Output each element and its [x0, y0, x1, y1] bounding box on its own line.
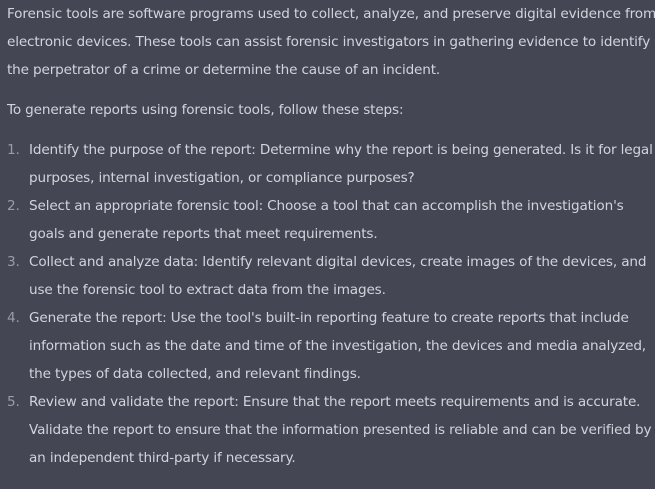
list-item-number: 4.: [7, 310, 20, 326]
list-item-number: 1.: [7, 142, 20, 158]
list-item-number: 2.: [7, 198, 20, 214]
assistant-message: Forensic tools are software programs use…: [0, 0, 655, 489]
list-item-text: Review and validate the report: Ensure t…: [29, 394, 652, 466]
list-item-text: Select an appropriate forensic tool: Cho…: [29, 198, 624, 242]
list-item-text: Generate the report: Use the tool's buil…: [29, 310, 646, 382]
lead-paragraph: To generate reports using forensic tools…: [7, 102, 404, 118]
intro-paragraph: Forensic tools are software programs use…: [7, 6, 655, 78]
list-item: 1. Identify the purpose of the report: D…: [7, 136, 655, 192]
list-item: 4. Generate the report: Use the tool's b…: [7, 304, 655, 388]
list-item-text: Identify the purpose of the report: Dete…: [29, 142, 653, 186]
list-item-number: 3.: [7, 254, 20, 270]
list-item: 5. Review and validate the report: Ensur…: [7, 388, 655, 472]
steps-list: 1. Identify the purpose of the report: D…: [7, 136, 655, 472]
list-item-number: 5.: [7, 394, 20, 410]
list-item-text: Collect and analyze data: Identify relev…: [29, 254, 647, 298]
list-item: 2. Select an appropriate forensic tool: …: [7, 192, 655, 248]
list-item: 3. Collect and analyze data: Identify re…: [7, 248, 655, 304]
